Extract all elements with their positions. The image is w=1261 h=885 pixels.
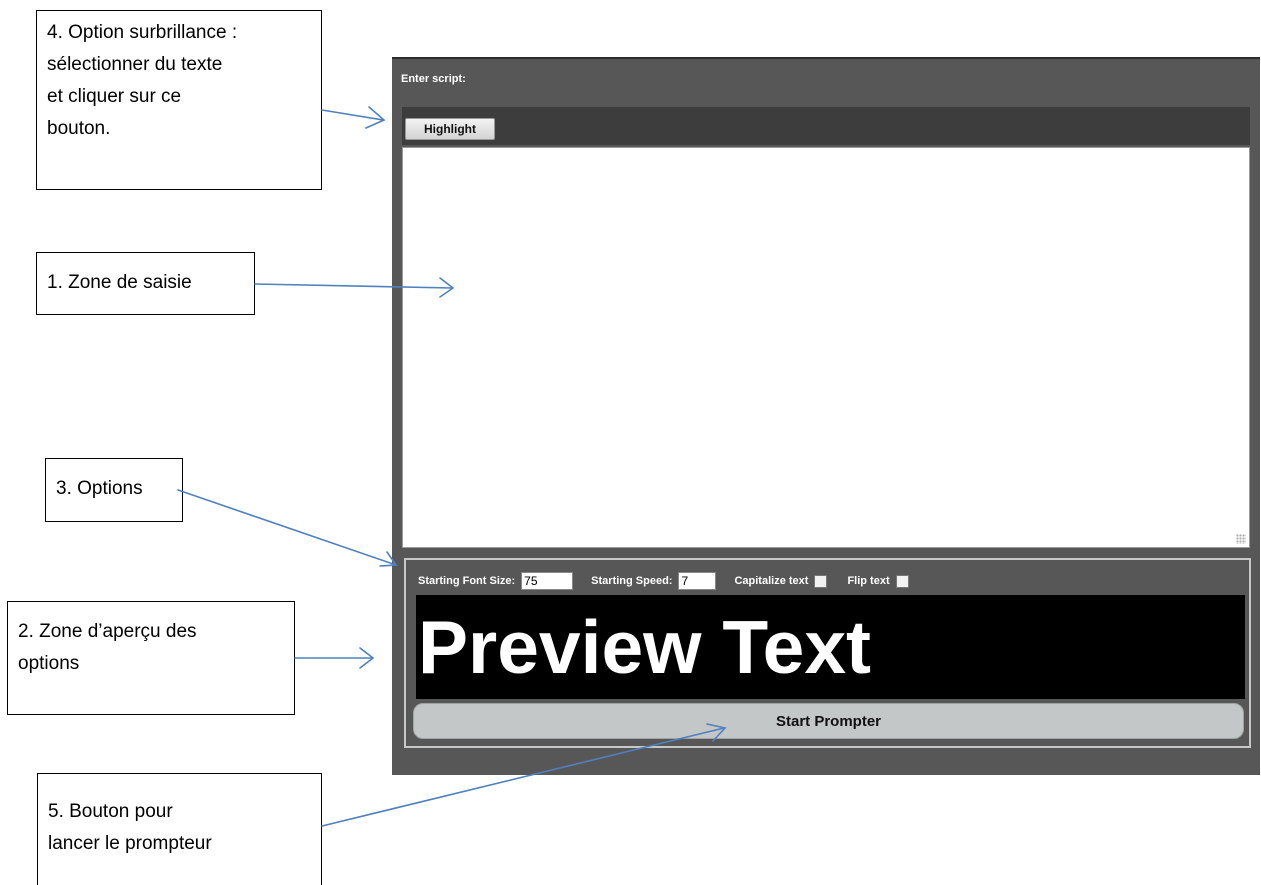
options-panel: Starting Font Size: Starting Speed: Capi… [404,558,1251,748]
capitalize-label: Capitalize text [734,575,809,587]
annotation-input-zone-text: 1. Zone de saisie [47,272,192,293]
annotation-highlight-text: 4. Option surbrillance : sélectionner du… [47,22,238,139]
arrow-to-preview-zone [294,647,375,669]
preview-text: Preview Text [418,605,872,689]
resize-grip-icon[interactable] [1236,534,1246,544]
arrow-to-options [177,489,398,567]
annotation-start-button: 5. Bouton pour lancer le prompteur [37,773,322,885]
enter-script-label: Enter script: [401,73,466,85]
speed-input[interactable] [678,572,717,590]
speed-label: Starting Speed: [591,575,673,587]
prompter-app-panel: Enter script: Highlight Starting Font Si… [392,57,1260,775]
script-input-area[interactable] [402,147,1250,548]
font-size-input[interactable] [521,572,574,590]
annotation-options: 3. Options [45,458,183,522]
flip-checkbox[interactable] [895,574,909,588]
annotation-options-text: 3. Options [56,478,143,499]
annotation-start-button-text: 5. Bouton pour lancer le prompteur [48,801,212,854]
preview-area: Preview Text [416,595,1245,699]
annotation-input-zone: 1. Zone de saisie [36,252,255,315]
options-row: Starting Font Size: Starting Speed: Capi… [418,570,923,592]
font-size-label: Starting Font Size: [418,575,516,587]
start-prompter-button[interactable]: Start Prompter [413,703,1244,739]
editor-toolbar: Highlight [402,107,1250,145]
capitalize-checkbox[interactable] [814,574,828,588]
annotation-highlight-option: 4. Option surbrillance : sélectionner du… [36,10,322,190]
arrow-to-highlight-button [321,106,386,129]
highlight-button[interactable]: Highlight [405,118,495,140]
flip-label: Flip text [847,575,890,587]
annotation-preview-zone: 2. Zone d’aperçu des options [7,601,295,715]
annotation-preview-zone-text: 2. Zone d’aperçu des options [18,621,197,674]
